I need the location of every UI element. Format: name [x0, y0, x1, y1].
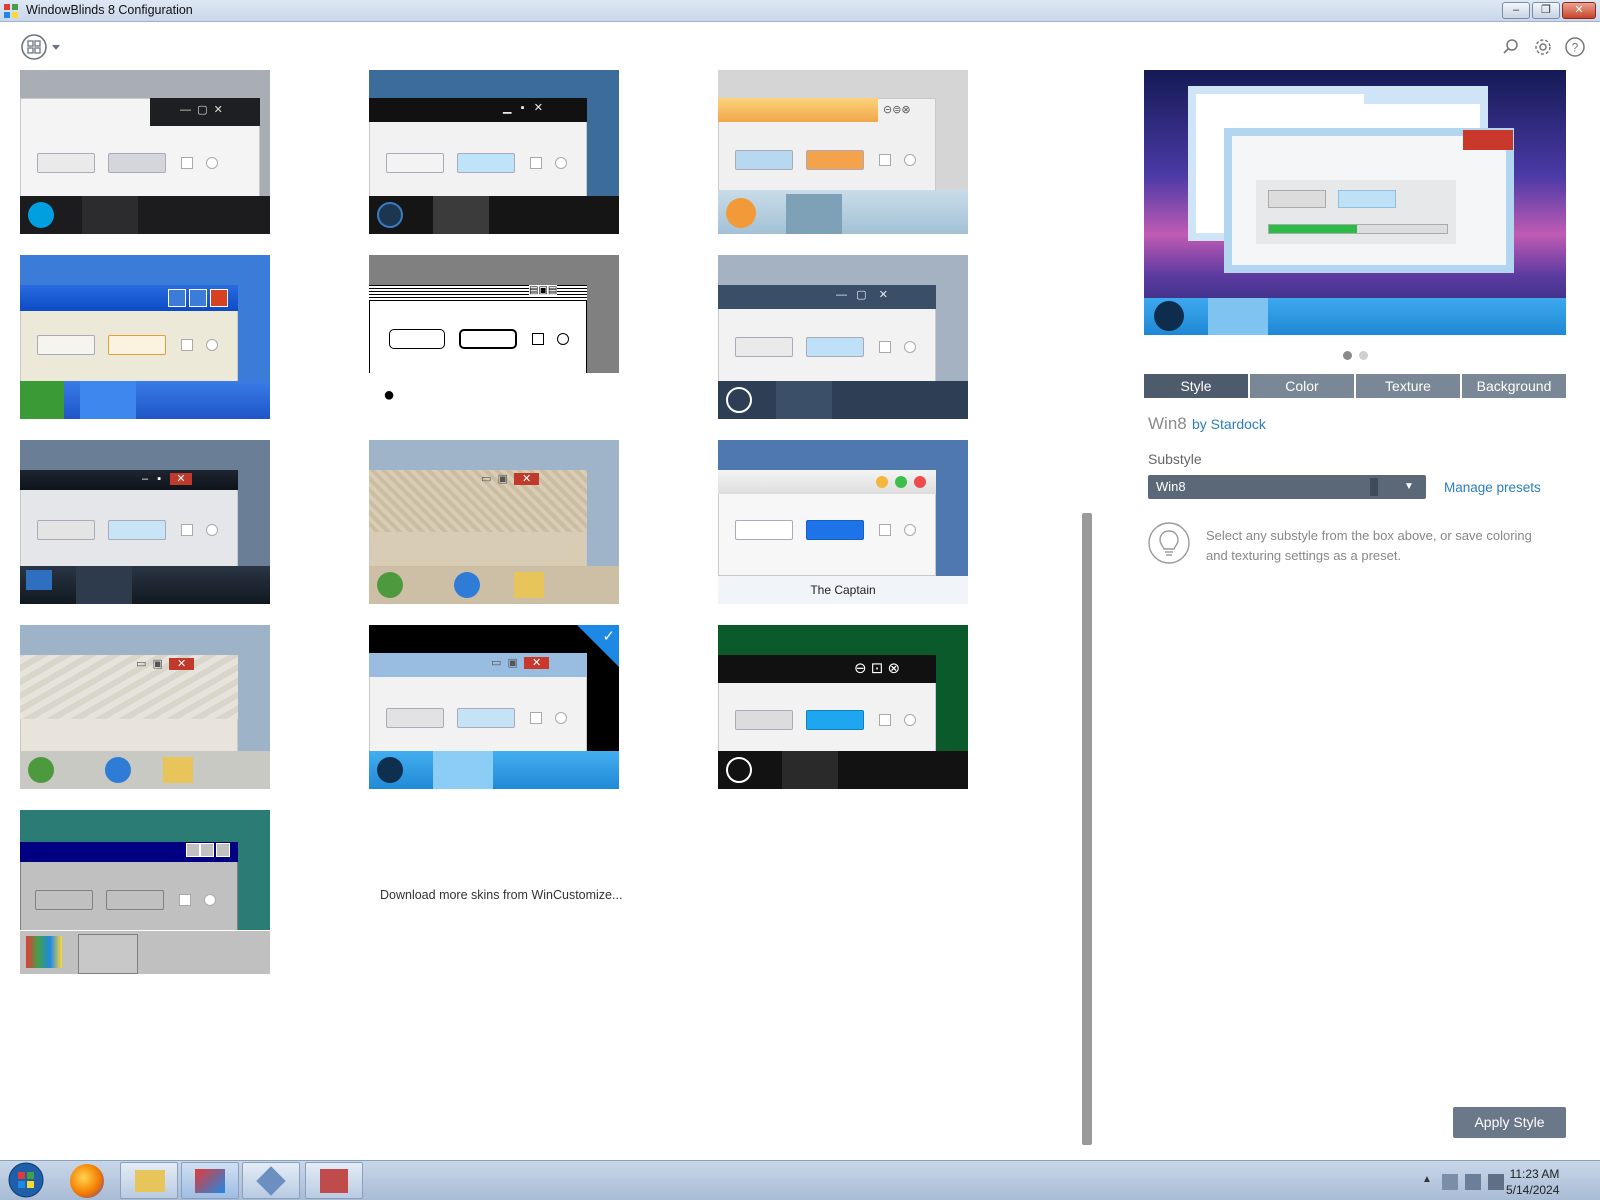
app-icon: [320, 1169, 348, 1193]
start-button-icon: [26, 570, 52, 590]
start-orb-icon: [28, 757, 54, 783]
skin-thumbnail[interactable]: ⊝⊜⊗: [718, 70, 968, 234]
skin-thumbnail[interactable]: ▭ ▣ ✕: [20, 625, 270, 789]
start-orb-icon: [726, 387, 752, 413]
skin-caption: The Captain: [718, 576, 968, 604]
network-icon[interactable]: [1465, 1174, 1481, 1190]
window-titlebar: WindowBlinds 8 Configuration – ❐ ✕: [0, 0, 1600, 22]
tab-color[interactable]: Color: [1250, 374, 1354, 398]
windowblinds-app-icon: [4, 4, 18, 18]
skin-author-link[interactable]: by Stardock: [1192, 416, 1266, 432]
skin-preview: [1144, 70, 1566, 335]
lightbulb-icon: [1148, 522, 1190, 564]
skins-scrollbar[interactable]: [1082, 513, 1092, 1145]
minimize-button[interactable]: –: [1502, 2, 1530, 19]
dropdown-separator: [1370, 478, 1378, 496]
check-icon: ✓: [602, 628, 615, 645]
search-icon: [1503, 39, 1518, 54]
manage-presets-link[interactable]: Manage presets: [1444, 480, 1541, 495]
skin-thumbnail[interactable]: [20, 810, 270, 974]
restore-button[interactable]: ❐: [1532, 2, 1560, 19]
cube-icon: [256, 1166, 286, 1196]
skin-thumbnail[interactable]: [20, 255, 270, 419]
panel-tabs: Style Color Texture Background: [1144, 374, 1566, 398]
start-orb-icon: [1154, 301, 1184, 331]
chevron-down-icon: [52, 45, 60, 50]
skin-thumbnail[interactable]: — ▢ ✕: [718, 255, 968, 419]
start-button-icon: [26, 936, 62, 968]
os-taskbar: [0, 1160, 1600, 1200]
ie-icon: [105, 757, 131, 783]
substyle-label: Substyle: [1148, 451, 1202, 467]
skin-thumbnail[interactable]: – ▪ ✕: [20, 440, 270, 604]
apple-icon: ●: [383, 384, 396, 406]
tab-background[interactable]: Background: [1462, 374, 1566, 398]
skin-thumbnail[interactable]: — ▢ ✕: [20, 70, 270, 234]
start-orb-icon: [377, 202, 403, 228]
clock-time: 11:23 AM: [1509, 1167, 1560, 1181]
start-orb-icon: [377, 572, 403, 598]
help-button[interactable]: ?: [1564, 36, 1586, 58]
substyle-dropdown[interactable]: Win8: [1148, 475, 1426, 499]
taskbar-windowblinds[interactable]: [181, 1162, 239, 1199]
search-button[interactable]: [1500, 36, 1522, 58]
taskbar-app[interactable]: [305, 1162, 363, 1199]
volume-muted-icon[interactable]: [1488, 1174, 1504, 1190]
download-more-skins-link[interactable]: Download more skins from WinCustomize...: [380, 888, 622, 902]
windowblinds-icon: [195, 1169, 225, 1193]
system-clock[interactable]: 11:23 AM 5/14/2024: [1506, 1166, 1559, 1198]
grid-view-icon: [21, 34, 60, 60]
firefox-icon[interactable]: [70, 1164, 104, 1198]
substyle-hint: Select any substyle from the box above, …: [1206, 528, 1532, 563]
preview-pager-dot-2[interactable]: [1359, 351, 1368, 360]
start-orb-icon: [377, 757, 403, 783]
clock-date: 5/14/2024: [1506, 1183, 1560, 1197]
window-title: WindowBlinds 8 Configuration: [26, 3, 193, 17]
skin-thumbnail[interactable]: ▭ ▣ ✕ ✓: [369, 625, 619, 789]
skin-thumbnail[interactable]: ⊖ ⊡ ⊗: [718, 625, 968, 789]
folder-icon: [135, 1170, 165, 1192]
taskbar-file-explorer[interactable]: [120, 1162, 178, 1199]
apply-style-button[interactable]: Apply Style: [1453, 1107, 1566, 1138]
skin-thumbnail[interactable]: The Captain: [718, 440, 968, 604]
folder-icon: [514, 572, 544, 598]
skin-thumbnail[interactable]: ▤▣▤ ●: [369, 255, 619, 419]
svg-text:?: ?: [1572, 41, 1579, 55]
view-menu-button[interactable]: [20, 33, 64, 61]
help-icon: ?: [1565, 37, 1585, 57]
window-controls-preview: — ▢ ✕: [180, 104, 223, 116]
show-hidden-icons-icon[interactable]: ▲: [1422, 1174, 1432, 1185]
chevron-down-icon: ▼: [1404, 481, 1414, 492]
taskbar-virtualbox[interactable]: [242, 1162, 300, 1199]
start-button-icon: [20, 381, 64, 419]
skin-thumbnail[interactable]: ▭ ▣ ✕: [369, 440, 619, 604]
start-orb-icon: [726, 757, 752, 783]
skin-thumbnail[interactable]: ▁ ▪ ✕: [369, 70, 619, 234]
preview-pager-dot-1[interactable]: [1343, 351, 1352, 360]
close-button[interactable]: ✕: [1562, 2, 1596, 19]
skin-name: Win8: [1148, 414, 1187, 433]
settings-button[interactable]: [1532, 36, 1554, 58]
tab-texture[interactable]: Texture: [1356, 374, 1460, 398]
tab-style[interactable]: Style: [1144, 374, 1248, 398]
ie-icon: [454, 572, 480, 598]
gear-icon: [1535, 39, 1551, 55]
windows-start-icon[interactable]: [6, 1161, 46, 1199]
start-orb-icon: [28, 202, 54, 228]
folder-icon: [163, 757, 193, 783]
network-error-icon[interactable]: [1442, 1174, 1458, 1190]
start-orb-icon: [726, 198, 756, 228]
